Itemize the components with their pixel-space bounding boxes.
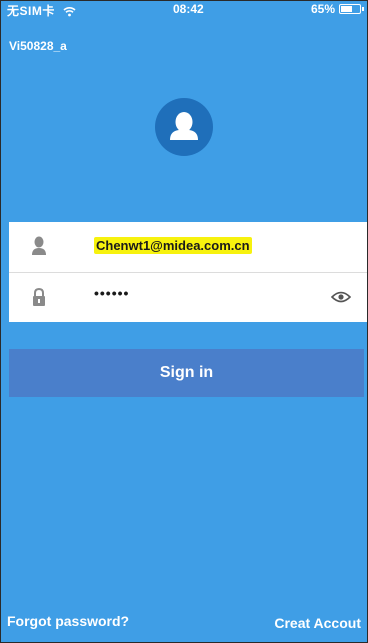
battery-icon <box>339 4 364 14</box>
battery-percent: 65% <box>310 2 335 16</box>
device-name: Vi50828_a <box>9 39 67 53</box>
forgot-password-link[interactable]: Forgot password? <box>7 613 129 629</box>
battery-level <box>341 6 352 12</box>
carrier-label: 无SIM卡 <box>7 4 55 18</box>
email-input[interactable]: Chenwt1@midea.com.cn <box>94 237 252 254</box>
user-icon <box>32 236 46 255</box>
sign-in-button[interactable]: Sign in <box>9 349 364 397</box>
password-input[interactable]: •••••• <box>94 285 129 301</box>
login-form: Chenwt1@midea.com.cn •••••• <box>9 222 367 322</box>
wifi-icon <box>63 7 76 17</box>
clock: 08:42 <box>173 2 204 16</box>
create-account-link[interactable]: Creat Accout <box>274 615 361 631</box>
app-screen: 无SIM卡 08:42 65% Vi50828_a Chenwt1@midea.… <box>0 0 368 643</box>
status-bar: 无SIM卡 08:42 65% <box>1 1 367 19</box>
eye-icon[interactable] <box>331 289 351 305</box>
lock-icon <box>33 287 45 306</box>
avatar-icon <box>155 98 213 156</box>
email-field[interactable]: Chenwt1@midea.com.cn <box>9 222 367 272</box>
password-field[interactable]: •••••• <box>9 272 367 323</box>
